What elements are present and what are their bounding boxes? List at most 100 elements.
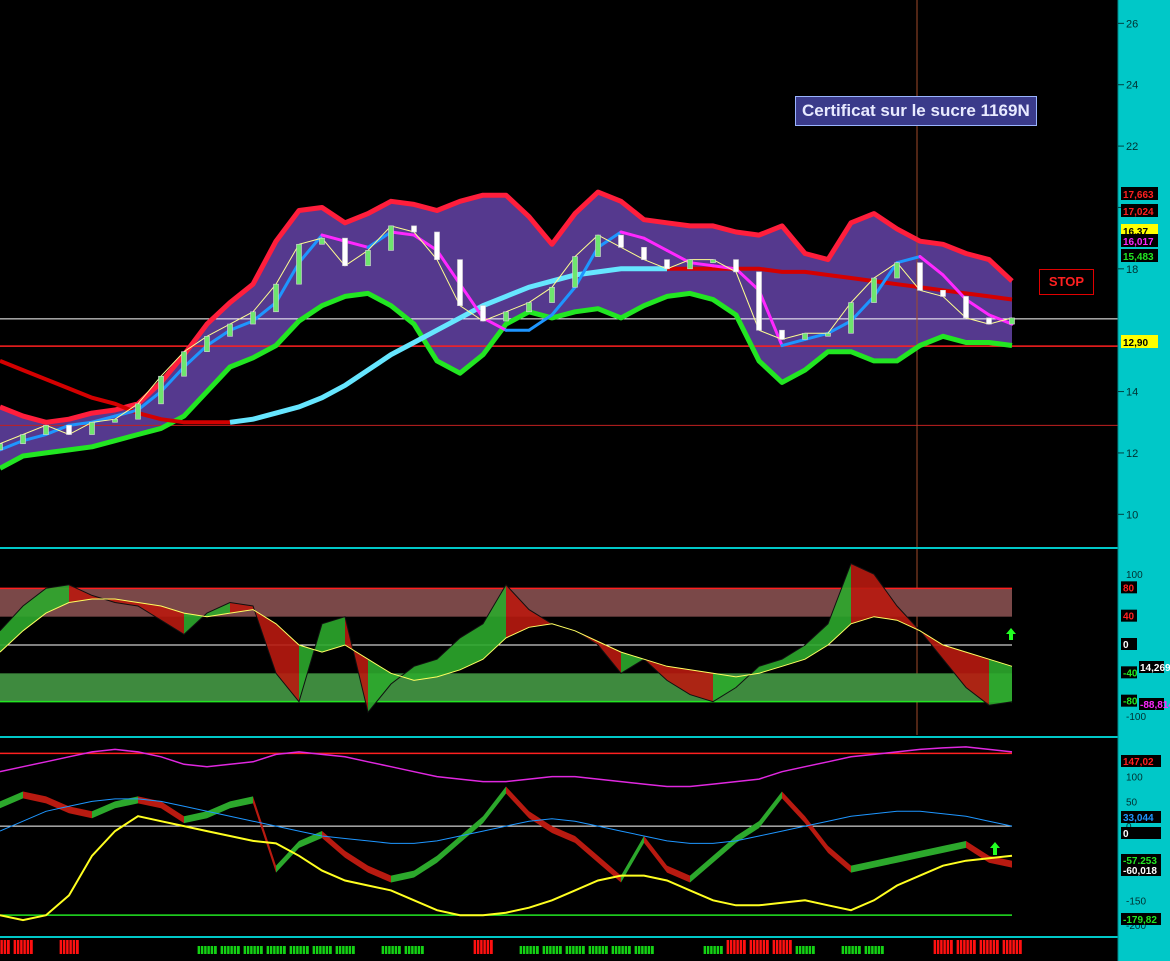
oscillator-1-panel: [0, 547, 1118, 714]
osc2-ribbon: [828, 845, 851, 873]
osc2-ribbon: [322, 831, 345, 858]
osc2-ribbon: [575, 836, 598, 863]
osc2-tick-label: 100: [1126, 773, 1143, 784]
candle: [388, 225, 394, 251]
osc2-ribbon: [460, 816, 483, 843]
osc2-ribbon: [943, 840, 966, 853]
osc2-ribbon: [92, 801, 115, 819]
osc2-ribbon: [115, 796, 138, 809]
candle: [1009, 317, 1015, 325]
osc2-tick-label: -150: [1126, 896, 1146, 907]
osc2-value-label: -60,018: [1123, 866, 1157, 877]
candle: [227, 323, 233, 337]
y-tick-label: 26: [1126, 18, 1138, 30]
candle: [181, 351, 187, 377]
osc2-ribbon: [713, 836, 736, 863]
osc1-value-label: -88,814: [1140, 700, 1170, 711]
osc2-ribbon: [138, 796, 161, 809]
osc2-value-label: 33,044: [1123, 813, 1154, 824]
osc2-ribbon: [69, 806, 92, 819]
candle: [250, 311, 256, 325]
osc2-ribbon: [184, 811, 207, 824]
candle: [894, 262, 900, 279]
osc2-tick-label: 50: [1126, 797, 1138, 808]
candle: [733, 259, 739, 273]
osc1-ribbon: [989, 659, 1012, 706]
candle: [66, 425, 72, 435]
candle: [273, 283, 279, 313]
y-tick-label: 18: [1126, 264, 1138, 276]
candle: [20, 434, 26, 445]
candle: [434, 231, 440, 260]
candle: [204, 336, 210, 352]
candle: [503, 311, 509, 322]
candle: [986, 317, 992, 325]
osc2-ribbon: [483, 786, 506, 824]
y-tick-label: 22: [1126, 141, 1138, 153]
level-label: 80: [1123, 583, 1135, 594]
candle: [296, 243, 302, 285]
candle: [802, 332, 808, 340]
candle: [135, 403, 141, 420]
candle: [756, 271, 762, 331]
candle: [595, 234, 601, 257]
osc2-ribbon: [414, 855, 437, 878]
osc2-ribbon: [506, 786, 529, 819]
osc2-ribbon: [253, 796, 276, 873]
osc2-ribbon: [161, 801, 184, 824]
price-label: 16,017: [1123, 237, 1154, 248]
osc2-ribbon: [644, 836, 667, 873]
price-label: 17,663: [1123, 190, 1154, 201]
candle: [526, 302, 532, 313]
osc2-value-label: -179,82: [1123, 915, 1157, 926]
osc2-ribbon: [529, 811, 552, 834]
osc2-ribbon: [874, 855, 897, 868]
candle: [825, 332, 831, 337]
y-tick-label: 12: [1126, 448, 1138, 460]
level-label: 40: [1123, 612, 1135, 623]
candle: [365, 250, 371, 267]
candle: [158, 375, 164, 405]
candle: [572, 256, 578, 288]
candle: [43, 425, 49, 435]
price-label: 12,90: [1123, 338, 1148, 349]
y-tick-label: 14: [1126, 387, 1138, 399]
osc2-ribbon: [391, 870, 414, 883]
candle: [664, 259, 670, 270]
level-label: -80: [1123, 697, 1138, 708]
chart-stage: 2 262422201814121017,66317,02416,3716,01…: [0, 0, 1170, 961]
candle: [779, 329, 785, 340]
candle: [917, 262, 923, 291]
price-label: 17,024: [1123, 207, 1154, 218]
candle: [848, 302, 854, 334]
candle: [457, 259, 463, 306]
osc2-ribbon: [552, 826, 575, 843]
signal-bars-panel: 2: [0, 936, 1131, 955]
candle: [411, 225, 417, 233]
osc1-ribbon: [759, 659, 782, 674]
up-arrow-icon: [1006, 628, 1016, 640]
oversold-zone: [0, 673, 1012, 702]
osc2-ribbon: [667, 865, 690, 883]
candle: [549, 286, 555, 303]
osc2-ribbon: [690, 855, 713, 883]
candle: [480, 305, 486, 322]
signal-bar: [0, 940, 10, 954]
osc2-ribbon: [368, 865, 391, 883]
candle: [0, 443, 3, 451]
osc2-ribbon: [23, 791, 46, 804]
candle: [710, 259, 716, 263]
osc1-ribbon: [322, 616, 345, 653]
osc2-ribbon: [0, 791, 23, 809]
osc1-tick-label: -100: [1126, 712, 1146, 723]
candle: [618, 234, 624, 248]
candle: [871, 277, 877, 303]
candle: [687, 259, 693, 270]
price-label: 15,483: [1123, 252, 1154, 263]
osc1-tick-label: 100: [1126, 570, 1143, 581]
level-label: 0: [1123, 640, 1129, 651]
candle: [89, 421, 95, 435]
osc2-ribbon: [920, 845, 943, 858]
osc1-ribbon: [368, 659, 391, 713]
up-arrow-icon: [990, 842, 1000, 855]
